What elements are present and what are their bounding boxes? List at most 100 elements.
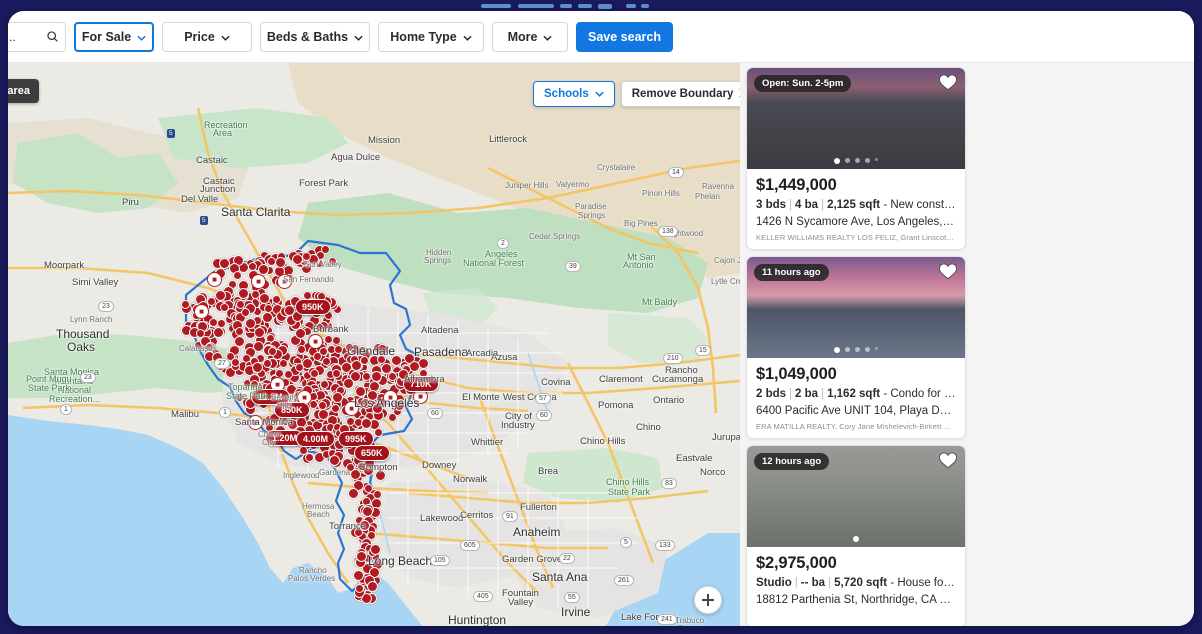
- map-price-bubble[interactable]: 710K: [403, 376, 439, 392]
- filter-price[interactable]: Price: [162, 21, 252, 52]
- listing-card[interactable]: 12 hours ago $2,975,000 Studio | -- ba | 5,720…: [746, 445, 966, 626]
- map-listing-marker[interactable]: [302, 251, 311, 261]
- highway-shield-39: 39: [565, 261, 581, 272]
- carousel-dot[interactable]: [834, 158, 840, 164]
- map-tour-marker[interactable]: ■: [251, 274, 266, 289]
- map-listing-marker[interactable]: [291, 253, 303, 265]
- listing-photo[interactable]: Open: Sun. 2-5pm: [747, 68, 965, 169]
- map-price-bubble[interactable]: 650K: [354, 445, 390, 461]
- highway-shield-261: 261: [614, 575, 634, 586]
- listing-info: $2,975,000 Studio | -- ba | 5,720 sqft - Hous…: [747, 547, 965, 611]
- carousel-dot[interactable]: [845, 158, 850, 163]
- map-tour-marker[interactable]: ■: [207, 272, 222, 287]
- map-price-bubble[interactable]: 850K: [274, 402, 310, 418]
- map-listing-marker[interactable]: [213, 327, 224, 338]
- filter-beds-baths[interactable]: Beds & Baths: [260, 21, 370, 52]
- map-listing-marker[interactable]: [247, 261, 257, 271]
- listing-facts: 3 bds|4 ba|2,125 sqft - New construction: [756, 199, 956, 211]
- filter-for-sale[interactable]: For Sale: [74, 21, 154, 52]
- listing-card[interactable]: Open: Sun. 2-5pm $1,449,000 3 bds | 4 ba | 2,1…: [746, 67, 966, 250]
- search-icon: [47, 31, 58, 42]
- listing-badge-label: 11 hours ago: [762, 267, 821, 278]
- map-listing-marker[interactable]: [319, 346, 329, 356]
- map-listing-marker[interactable]: [249, 380, 259, 390]
- highway-shield-210: 210: [663, 353, 683, 364]
- listing-card[interactable]: 11 hours ago $1,049,000 2 bds | 2 ba | 1,162 s…: [746, 256, 966, 439]
- map-listing-marker[interactable]: [252, 340, 264, 352]
- filter-home-type-label: Home Type: [390, 29, 457, 44]
- map-listing-marker[interactable]: [262, 358, 272, 368]
- map-listing-marker[interactable]: [240, 308, 250, 318]
- map-listing-marker[interactable]: [233, 270, 242, 280]
- listing-badge: 11 hours ago: [754, 264, 829, 281]
- map-listing-marker[interactable]: [353, 527, 363, 537]
- map-zoom-in-button[interactable]: [694, 586, 722, 614]
- filter-more[interactable]: More: [492, 21, 568, 52]
- map-listing-marker[interactable]: [252, 361, 264, 373]
- map-listing-marker[interactable]: [233, 336, 245, 347]
- highway-shield-241: 241: [657, 614, 677, 625]
- map-listing-marker[interactable]: [268, 346, 277, 356]
- map-price-bubble[interactable]: 4.00M: [296, 431, 336, 447]
- map-listing-marker[interactable]: [320, 379, 329, 389]
- map-listing-marker[interactable]: [309, 368, 319, 378]
- map-canvas: ■ ■ ■ ■ ■ ■ ■ ■ ■ ■ ■ 950K 710K 11.2M 850K 1.20M 4.00M 9…: [8, 63, 740, 626]
- map-listing-marker[interactable]: [181, 299, 191, 309]
- map-listing-marker[interactable]: [318, 408, 329, 420]
- carousel-dot[interactable]: [855, 347, 860, 352]
- map-listing-marker[interactable]: [333, 345, 343, 355]
- map-listing-marker[interactable]: [283, 369, 293, 379]
- map-listing-marker[interactable]: [218, 258, 230, 270]
- highway-shield-2: 2: [497, 238, 509, 249]
- map-listing-marker[interactable]: [353, 569, 365, 581]
- map-listing-marker[interactable]: [388, 412, 398, 422]
- map-tour-marker[interactable]: ■: [248, 415, 263, 430]
- map-listing-marker[interactable]: [344, 343, 354, 353]
- carousel-dot[interactable]: [845, 347, 850, 352]
- map-listing-marker[interactable]: [347, 488, 359, 500]
- map-listing-marker[interactable]: [271, 294, 281, 304]
- map-listing-marker[interactable]: [257, 263, 269, 275]
- save-home-heart-icon[interactable]: [938, 73, 958, 96]
- map-listing-marker[interactable]: [329, 455, 340, 466]
- carousel-dot[interactable]: [865, 347, 870, 352]
- save-home-heart-icon[interactable]: [938, 451, 958, 474]
- carousel-dot[interactable]: [834, 347, 840, 353]
- filter-more-label: More: [507, 29, 538, 44]
- map-tour-marker[interactable]: ■: [383, 390, 398, 405]
- content-area: ■ ■ ■ ■ ■ ■ ■ ■ ■ ■ ■ 950K 710K 11.2M 850K 1.20M 4.00M 9…: [8, 63, 1194, 626]
- remove-boundary-button[interactable]: Remove Boundary: [620, 81, 740, 107]
- map-listing-marker[interactable]: [361, 417, 373, 429]
- map-listing-marker[interactable]: [390, 355, 402, 366]
- map-listing-marker[interactable]: [355, 551, 367, 562]
- carousel-dot[interactable]: [875, 347, 878, 350]
- carousel-dot[interactable]: [855, 158, 860, 163]
- map-listing-marker[interactable]: [253, 326, 265, 338]
- carousel-dot[interactable]: [875, 158, 878, 161]
- carousel-dot[interactable]: [853, 536, 859, 542]
- map-listing-marker[interactable]: [204, 343, 214, 352]
- remove-boundary-label: Remove Boundary: [631, 88, 734, 100]
- search-this-area-button[interactable]: n this area: [8, 79, 40, 103]
- map-listing-marker[interactable]: [294, 327, 306, 339]
- map-tour-marker[interactable]: ■: [344, 401, 359, 416]
- listing-photo[interactable]: 12 hours ago: [747, 446, 965, 547]
- listing-badge-label: Open: Sun. 2-5pm: [762, 78, 844, 89]
- search-input[interactable]: n...: [8, 21, 66, 52]
- map-tour-marker[interactable]: ■: [277, 274, 292, 289]
- map-tour-marker[interactable]: ■: [308, 334, 323, 349]
- map-price-bubble[interactable]: 950K: [295, 299, 331, 315]
- map-listing-marker[interactable]: [214, 289, 226, 301]
- chevron-down-icon: [595, 88, 604, 100]
- schools-dropdown[interactable]: Schools: [533, 81, 615, 107]
- filter-home-type[interactable]: Home Type: [378, 21, 484, 52]
- map-listing-marker[interactable]: [369, 544, 381, 556]
- map-listing-marker[interactable]: [219, 302, 229, 312]
- save-home-heart-icon[interactable]: [938, 262, 958, 285]
- map-view[interactable]: ■ ■ ■ ■ ■ ■ ■ ■ ■ ■ ■ 950K 710K 11.2M 850K 1.20M 4.00M 9…: [8, 63, 740, 626]
- map-listing-marker[interactable]: [370, 371, 382, 383]
- save-search-button[interactable]: Save search: [576, 21, 673, 52]
- listing-photo[interactable]: 11 hours ago: [747, 257, 965, 358]
- map-tour-marker[interactable]: ■: [194, 304, 209, 319]
- carousel-dot[interactable]: [865, 158, 870, 163]
